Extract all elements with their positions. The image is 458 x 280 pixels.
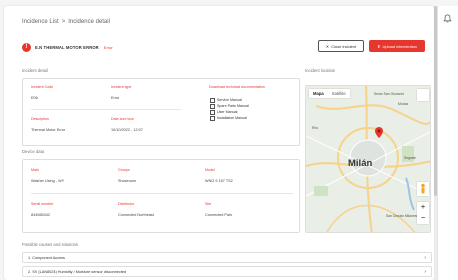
upload-intervention-button[interactable]: ⬆ Upload intervention <box>369 40 425 52</box>
field-label: Date and hour <box>111 117 134 121</box>
field-label: Site <box>205 202 212 206</box>
doc-label: Spare Parts Manual <box>217 104 249 108</box>
field-value: WNG 9 157 TS2 <box>205 179 233 183</box>
field-value: E06 <box>31 96 38 100</box>
map-tab-mapa[interactable]: Mapa <box>309 89 328 98</box>
x-icon: ✕ <box>325 43 330 49</box>
incident-detail-panel: Incidence List > Incidence detail ! E.N … <box>4 6 434 280</box>
map-label: Rho <box>312 126 319 130</box>
docs-heading: Download technical documentation <box>209 85 265 89</box>
documentation-list: Service Manual Spare Parts Manual User M… <box>210 97 249 121</box>
map-tab-satelite[interactable]: Satélite <box>328 89 350 98</box>
field-description: Description Thermal Motor Error <box>31 117 65 132</box>
document-icon <box>210 103 215 109</box>
device-data-card: Mark Washer Using - WY Groups Showroom M… <box>22 159 300 233</box>
chevron-right-icon: › <box>424 268 426 275</box>
field-mark: Mark Washer Using - WY <box>31 168 64 183</box>
cause-label: 1. Component Access <box>28 255 65 260</box>
map-label: Sesto San Giovanni <box>374 92 404 96</box>
close-incident-button[interactable]: ✕ Close incident <box>318 40 364 52</box>
field-value: Showroom <box>118 179 137 183</box>
field-groups: Groups Showroom <box>118 168 136 183</box>
docs-title: Download technical documentation <box>209 85 265 89</box>
field-label: Mark <box>31 168 39 172</box>
incident-detail-title: Incident detail <box>22 68 48 73</box>
field-incident-code: Incident Code E06 <box>31 85 53 100</box>
breadcrumb-incidence-detail: Incidence detail <box>68 19 110 25</box>
incident-detail-card: Incident Code E06 Incident type Error De… <box>22 78 300 146</box>
map-label: Segrate <box>404 156 416 160</box>
field-value: 10/10/2022 - 12:07 <box>111 128 143 132</box>
upload-intervention-label: Upload intervention <box>382 43 417 49</box>
divider <box>31 109 181 110</box>
zoom-out-button[interactable]: − <box>417 213 429 224</box>
incident-title: E.N THERMAL MOTOR ERROR <box>35 45 99 50</box>
field-value: 844565342 <box>31 213 51 217</box>
field-value: Thermal Motor Error <box>31 128 66 132</box>
document-icon <box>210 97 215 103</box>
fullscreen-icon[interactable] <box>417 89 429 101</box>
app-frame: Incidence List > Incidence detail ! E.N … <box>0 0 458 280</box>
map-city-label: Milán <box>348 158 373 169</box>
divider <box>31 193 293 194</box>
map-label: San Donato Milanese <box>386 214 419 218</box>
street-view-pegman-icon[interactable] <box>417 182 429 196</box>
chevron-right-icon: › <box>424 254 426 261</box>
field-value: Washer Using - WY <box>31 179 65 183</box>
document-icon <box>210 109 215 115</box>
field-distributor: Distributor Connected Northeast <box>118 202 154 217</box>
field-serial-number: Serial number 844565342 <box>31 202 53 217</box>
cause-item[interactable]: 1. Component Access › <box>22 252 432 263</box>
doc-label: User Manual <box>217 110 238 114</box>
field-label: Distributor <box>118 202 135 206</box>
field-label: Incident Code <box>31 85 54 89</box>
incident-map[interactable]: Mapa Satélite Sesto San Giovanni Monza S… <box>305 85 431 233</box>
upload-icon: ⬆ <box>377 43 381 49</box>
document-icon <box>210 115 215 121</box>
map-zoom-controls: + − <box>417 202 429 224</box>
bell-icon[interactable] <box>443 14 452 23</box>
field-site: Site Connected Park <box>205 202 232 217</box>
causes-title: Possible causes and solutions <box>22 242 79 247</box>
field-label: Incident type <box>111 85 132 89</box>
map-pin-icon[interactable] <box>375 127 383 138</box>
device-data-title: Device data <box>22 149 45 154</box>
breadcrumb-incidence-list[interactable]: Incidence List <box>22 19 59 25</box>
field-label: Groups <box>118 168 130 172</box>
field-value: Error <box>111 96 120 100</box>
field-label: Serial number <box>31 202 54 206</box>
field-label: Description <box>31 117 49 121</box>
field-model: Model WNG 9 157 TS2 <box>205 168 233 183</box>
cause-label: 2. SV (LAN8024) Humidity / Moisture sens… <box>28 269 127 274</box>
zoom-in-button[interactable]: + <box>417 202 429 213</box>
doc-label: Installation Manual <box>217 116 247 120</box>
map-label: Monza <box>398 102 409 106</box>
incident-location-title: Incident location <box>305 68 336 73</box>
doc-label: Service Manual <box>217 98 242 102</box>
field-value: Connected Northeast <box>118 213 154 217</box>
close-incident-label: Close incident <box>331 43 357 49</box>
field-incident-type: Incident type Error <box>111 85 131 100</box>
cause-item[interactable]: 2. SV (LAN8024) Humidity / Moisture sens… <box>22 266 432 277</box>
map-type-tabs: Mapa Satélite <box>309 89 350 98</box>
field-label: Model <box>205 168 215 172</box>
error-icon: ! <box>22 43 31 52</box>
status-badge: Error <box>103 45 113 50</box>
breadcrumb: Incidence List > Incidence detail <box>22 19 110 25</box>
breadcrumb-separator: > <box>61 19 66 25</box>
incident-header: ! E.N THERMAL MOTOR ERROR Error <box>22 43 113 52</box>
doc-installation-manual[interactable]: Installation Manual <box>210 115 249 121</box>
field-date-hour: Date and hour 10/10/2022 - 12:07 <box>111 117 143 132</box>
right-sidebar <box>437 6 458 280</box>
field-value: Connected Park <box>205 213 233 217</box>
